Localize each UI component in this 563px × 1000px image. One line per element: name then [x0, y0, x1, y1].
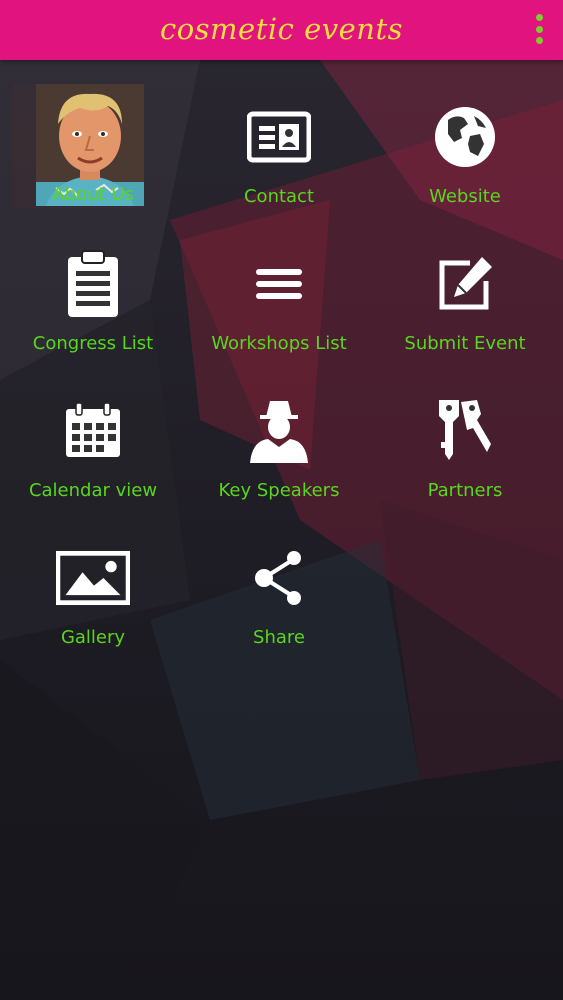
app-bar: cosmetic events — [0, 0, 563, 60]
edit-icon — [428, 247, 502, 321]
menu-item-label: Website — [429, 186, 501, 207]
clipboard-icon — [56, 247, 130, 321]
menu-item-label: Share — [253, 627, 305, 648]
menu-item-label: Key Speakers — [218, 480, 340, 501]
menu-item-label: Calendar view — [28, 480, 158, 501]
menu-item-about-us[interactable]: About Us — [0, 82, 186, 222]
list-lines-icon — [242, 247, 316, 321]
menu-item-label: Gallery — [60, 627, 126, 648]
menu-item-label: Partners — [427, 480, 503, 501]
image-icon — [56, 541, 130, 615]
share-icon — [242, 541, 316, 615]
menu-item-workshops-list[interactable]: Workshops List — [186, 229, 372, 369]
keys-icon — [428, 394, 502, 468]
contact-card-icon — [242, 100, 316, 174]
globe-icon — [428, 100, 502, 174]
menu-item-contact[interactable]: Contact — [186, 82, 372, 222]
menu-item-submit-event[interactable]: Submit Event — [372, 229, 558, 369]
menu-item-share[interactable]: Share — [186, 523, 372, 663]
menu-item-label: Congress List — [32, 333, 154, 354]
menu-item-label: Contact — [243, 186, 315, 207]
more-vert-icon[interactable] — [529, 14, 549, 44]
calendar-icon — [56, 394, 130, 468]
menu-item-label: About Us — [52, 184, 134, 205]
menu-item-label: Submit Event — [404, 333, 526, 354]
menu-item-calendar-view[interactable]: Calendar view — [0, 376, 186, 516]
menu-item-key-speakers[interactable]: Key Speakers — [186, 376, 372, 516]
speaker-person-icon — [242, 394, 316, 468]
menu-item-gallery[interactable]: Gallery — [0, 523, 186, 663]
menu-item-partners[interactable]: Partners — [372, 376, 558, 516]
menu-item-congress-list[interactable]: Congress List — [0, 229, 186, 369]
app-title: cosmetic events — [159, 12, 404, 46]
menu-item-label: Workshops List — [211, 333, 347, 354]
menu-item-website[interactable]: Website — [372, 82, 558, 222]
